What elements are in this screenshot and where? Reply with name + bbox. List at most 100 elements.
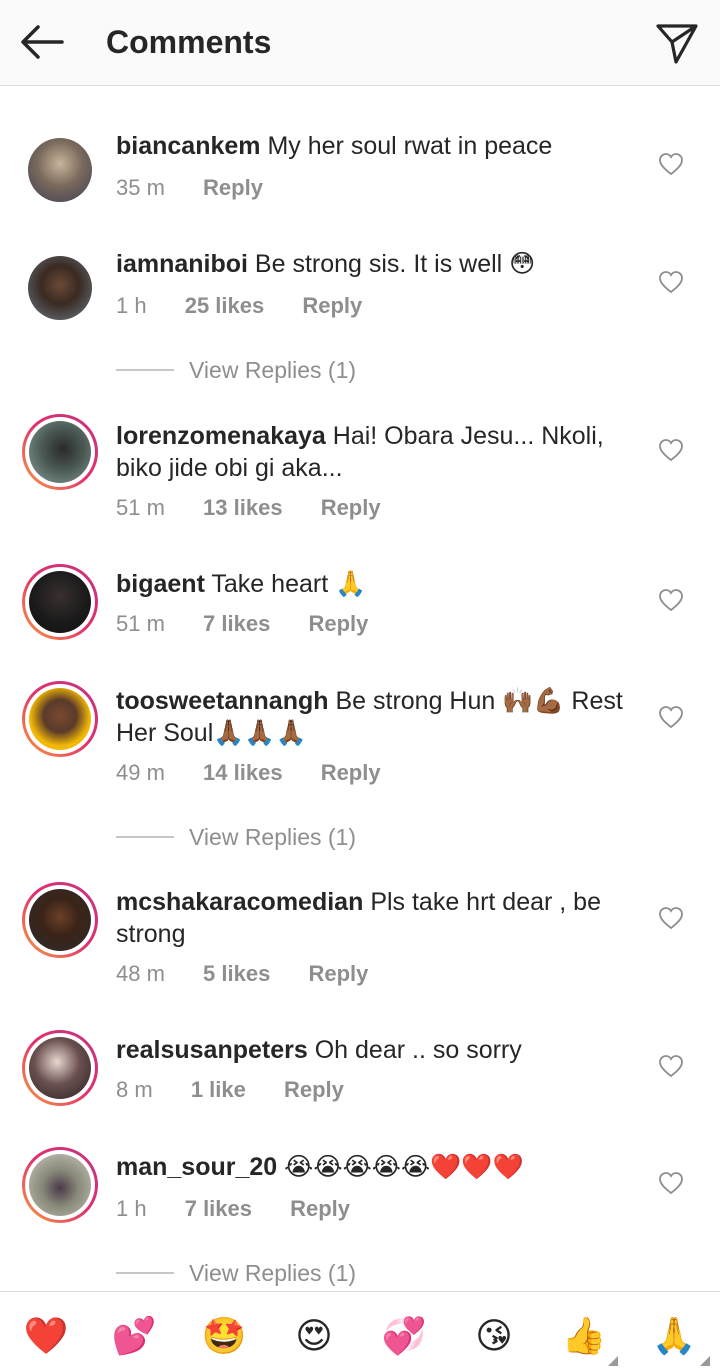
avatar-photo — [29, 571, 91, 633]
reply-button[interactable]: Reply — [321, 495, 381, 520]
skin-tone-indicator — [700, 1356, 710, 1366]
avatar-story-ring[interactable] — [22, 414, 98, 490]
avatar-story-ring[interactable] — [22, 681, 98, 757]
reply-button[interactable]: Reply — [308, 961, 368, 986]
reply-button[interactable]: Reply — [203, 175, 263, 200]
timestamp: 48 m — [116, 961, 165, 986]
back-arrow-icon[interactable] — [18, 22, 66, 62]
likes-count[interactable]: 14 likes — [203, 760, 283, 785]
reaction-heart-eyes[interactable]: 😍 — [290, 1314, 338, 1358]
view-replies-label: View Replies (1) — [189, 357, 357, 383]
like-heart-icon[interactable] — [658, 152, 684, 176]
view-replies-button[interactable]: View Replies (1) — [116, 821, 516, 853]
comment-body: 😭😭😭😭😭❤️❤️❤️ — [284, 1153, 524, 1181]
timestamp: 35 m — [116, 175, 165, 200]
timestamp: 51 m — [116, 495, 165, 520]
like-heart-icon[interactable] — [658, 438, 684, 462]
likes-count[interactable]: 7 likes — [185, 1196, 252, 1221]
likes-count[interactable]: 7 likes — [203, 611, 270, 636]
skin-tone-indicator — [608, 1356, 618, 1366]
reply-button[interactable]: Reply — [308, 611, 368, 636]
reaction-folded-hands[interactable]: 🙏 — [650, 1314, 698, 1358]
like-heart-icon[interactable] — [658, 588, 684, 612]
top-bar: Comments — [0, 0, 720, 86]
divider-line — [116, 369, 174, 371]
reply-button[interactable]: Reply — [284, 1077, 344, 1102]
comment-text-block: lorenzomenakaya Hai! Obara Jesu... Nkoli… — [116, 420, 646, 484]
page-title: Comments — [106, 24, 272, 60]
comment-text-block: toosweetannangh Be strong Hun 🙌🏾💪🏾 Rest … — [116, 685, 646, 749]
view-replies-button[interactable]: View Replies (1) — [116, 1257, 516, 1289]
comment-meta: 51 m 7 likes Reply — [116, 610, 400, 638]
timestamp: 51 m — [116, 611, 165, 636]
like-heart-icon[interactable] — [658, 906, 684, 930]
reply-button[interactable]: Reply — [321, 760, 381, 785]
divider-line — [116, 1272, 174, 1274]
comments-list[interactable]: biancankem My her soul rwat in peace 35 … — [0, 86, 720, 1291]
username[interactable]: iamnaniboi — [116, 250, 248, 278]
comment-body: Be strong sis. It is well 😳 — [254, 250, 536, 278]
view-replies-label: View Replies (1) — [189, 1260, 357, 1286]
likes-count[interactable]: 13 likes — [203, 495, 283, 520]
like-heart-icon[interactable] — [658, 1054, 684, 1078]
comment-text-block: mcshakaracomedian Pls take hrt dear , be… — [116, 886, 646, 950]
comment-text-block: realsusanpeters Oh dear .. so sorry — [116, 1034, 646, 1066]
username[interactable]: lorenzomenakaya — [116, 422, 326, 450]
avatar-photo — [28, 256, 92, 320]
comment-meta: 35 m Reply — [116, 174, 295, 202]
avatar-photo — [29, 889, 91, 951]
like-heart-icon[interactable] — [658, 1171, 684, 1195]
comment-text-block: bigaent Take heart 🙏 — [116, 568, 646, 600]
avatar-story-ring[interactable] — [22, 1147, 98, 1223]
likes-count[interactable]: 1 like — [191, 1077, 246, 1102]
comment-text-block: man_sour_20 😭😭😭😭😭❤️❤️❤️ — [116, 1151, 646, 1183]
avatar[interactable] — [22, 132, 98, 208]
comment-text-block: biancankem My her soul rwat in peace — [116, 130, 646, 162]
comment-meta: 1 h 25 likes Reply — [116, 292, 394, 320]
avatar-story-ring[interactable] — [22, 1030, 98, 1106]
comment-body: My her soul rwat in peace — [267, 132, 553, 160]
timestamp: 49 m — [116, 760, 165, 785]
username[interactable]: mcshakaracomedian — [116, 888, 363, 916]
reaction-star-struck[interactable]: 🤩 — [200, 1314, 248, 1358]
avatar-photo — [28, 138, 92, 202]
like-heart-icon[interactable] — [658, 270, 684, 294]
timestamp: 1 h — [116, 1196, 147, 1221]
reply-button[interactable]: Reply — [290, 1196, 350, 1221]
view-replies-button[interactable]: View Replies (1) — [116, 354, 516, 386]
reaction-blowing-kiss[interactable]: 😘 — [470, 1314, 518, 1358]
avatar[interactable] — [22, 250, 98, 326]
username[interactable]: bigaent — [116, 570, 205, 598]
reaction-red-heart[interactable]: ❤️ — [22, 1314, 70, 1358]
likes-count[interactable]: 5 likes — [203, 961, 270, 986]
divider-line — [116, 836, 174, 838]
reply-button[interactable]: Reply — [302, 293, 362, 318]
view-replies-label: View Replies (1) — [189, 824, 357, 850]
username[interactable]: toosweetannangh — [116, 687, 329, 715]
reaction-thumbs-up[interactable]: 👍 — [560, 1314, 608, 1358]
timestamp: 1 h — [116, 293, 147, 318]
avatar-photo — [29, 688, 91, 750]
username[interactable]: man_sour_20 — [116, 1153, 277, 1181]
username[interactable]: biancankem — [116, 132, 261, 160]
like-heart-icon[interactable] — [658, 705, 684, 729]
comment-body: Take heart 🙏 — [211, 570, 367, 598]
avatar-photo — [29, 1037, 91, 1099]
comment-text-block: iamnaniboi Be strong sis. It is well 😳 — [116, 248, 646, 280]
comment-meta: 8 m 1 like Reply — [116, 1076, 376, 1104]
comment-meta: 48 m 5 likes Reply — [116, 960, 400, 988]
avatar-story-ring[interactable] — [22, 564, 98, 640]
reaction-two-hearts[interactable]: 💕 — [110, 1314, 158, 1358]
avatar-story-ring[interactable] — [22, 882, 98, 958]
send-direct-icon[interactable] — [654, 20, 700, 66]
avatar-photo — [29, 1154, 91, 1216]
reaction-revolving-hearts[interactable]: 💞 — [380, 1314, 428, 1358]
comment-meta: 49 m 14 likes Reply — [116, 759, 413, 787]
avatar-photo — [29, 421, 91, 483]
comment-meta: 1 h 7 likes Reply — [116, 1195, 382, 1223]
username[interactable]: realsusanpeters — [116, 1036, 308, 1064]
timestamp: 8 m — [116, 1077, 153, 1102]
comment-meta: 51 m 13 likes Reply — [116, 494, 413, 522]
likes-count[interactable]: 25 likes — [185, 293, 265, 318]
comment-body: Oh dear .. so sorry — [314, 1036, 522, 1064]
